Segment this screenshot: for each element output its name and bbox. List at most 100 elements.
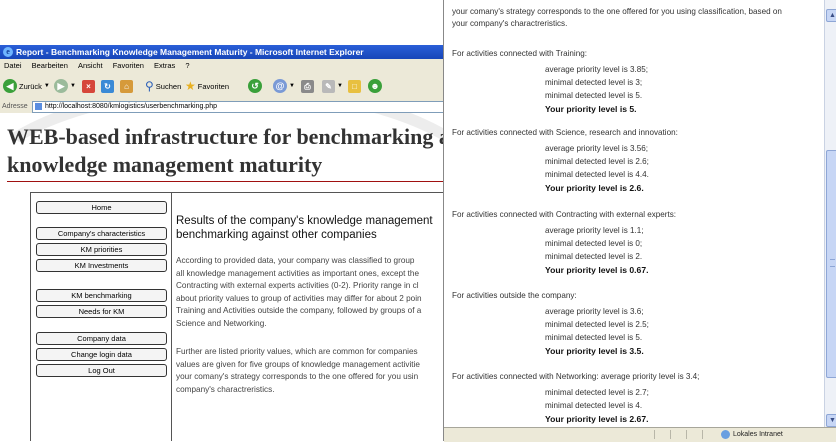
dropdown-arrow-icon: ▼ <box>43 83 50 89</box>
security-zone: Lokales Intranet <box>721 428 783 442</box>
folder-button[interactable]: □ <box>348 78 361 94</box>
dropdown-arrow-icon: ▼ <box>70 83 76 89</box>
paragraph-line: Further are listed priority values, whic… <box>176 347 418 356</box>
results-heading: Results of the company's knowledge manag… <box>176 214 444 242</box>
vertical-scrollbar[interactable]: ▲ ▼ <box>824 0 836 427</box>
header-divider <box>7 181 444 182</box>
minimal-level: minimal detected level is 2.6; <box>545 157 649 166</box>
back-arrow-icon: ◀ <box>3 79 17 93</box>
maximal-level: minimal detected level is 2. <box>545 252 643 261</box>
results-heading-line: benchmarking against other companies <box>176 229 377 241</box>
your-priority-level: Your priority level is 2.67. <box>545 414 649 424</box>
home-button[interactable]: ⌂ <box>120 78 133 94</box>
zone-label: Lokales Intranet <box>733 431 783 438</box>
address-label: Adresse <box>2 103 28 110</box>
paragraph-line: According to provided data, your company… <box>176 256 415 265</box>
scrollbar-thumb[interactable] <box>826 150 836 378</box>
paragraph-line: Training and Activities outside the comp… <box>176 306 422 315</box>
scroll-down-icon[interactable]: ▼ <box>826 414 836 427</box>
page-icon <box>35 102 42 110</box>
ie-logo-icon: e <box>3 47 13 57</box>
nav-km-investments-button[interactable]: KM Investments <box>36 259 167 272</box>
status-bar: Lokales Intranet <box>444 427 836 442</box>
nav-company-characteristics-button[interactable]: Company's characteristics <box>36 227 167 240</box>
dropdown-arrow-icon: ▼ <box>289 83 295 89</box>
nav-km-priorities-button[interactable]: KM priorities <box>36 243 167 256</box>
your-priority-level: Your priority level is 5. <box>545 104 637 114</box>
edit-icon: ✎ <box>322 79 335 93</box>
history-button[interactable]: ↺ <box>248 78 262 94</box>
site-title-line: knowledge management maturity <box>7 152 323 177</box>
browser-toolbar: ◀ Zurück ▼ ▶ ▼ × ↻ ⌂ ⚲ Suchen ★ Favorite… <box>0 72 444 101</box>
window-titlebar[interactable]: e Report - Benchmarking Knowledge Managem… <box>0 45 444 59</box>
dropdown-arrow-icon: ▼ <box>337 83 343 89</box>
sidebar-nav: Home Company's characteristics KM priori… <box>31 193 172 441</box>
print-icon: ⎙ <box>301 79 314 93</box>
menu-extras[interactable]: Extras <box>154 61 175 70</box>
stop-button[interactable]: × <box>82 78 95 94</box>
home-icon: ⌂ <box>120 79 133 93</box>
nav-home-button[interactable]: Home <box>36 201 167 214</box>
maximal-level: minimal detected level is 4. <box>545 401 643 410</box>
your-priority-level: Your priority level is 0.67. <box>545 265 649 275</box>
average-level: average priority level is 3.85; <box>545 65 649 74</box>
messenger-button[interactable]: ☻ <box>368 78 382 94</box>
forward-button[interactable]: ▶ ▼ <box>54 78 76 94</box>
menu-help[interactable]: ? <box>185 61 189 70</box>
ie-main-window: e Report - Benchmarking Knowledge Managem… <box>0 0 444 441</box>
group-heading: For activities connected with Training: <box>452 49 587 58</box>
menu-favoriten[interactable]: Favoriten <box>113 61 144 70</box>
group-heading: For activities outside the company: <box>452 291 577 300</box>
classification-paragraph: According to provided data, your company… <box>176 255 444 330</box>
average-level: average priority level is 3.6; <box>545 307 644 316</box>
print-button[interactable]: ⎙ <box>301 78 314 94</box>
minimal-level: minimal detected level is 2.5; <box>545 320 649 329</box>
star-icon: ★ <box>185 79 196 93</box>
results-pane: your comany's strategy corresponds to th… <box>444 0 824 427</box>
your-priority-level: Your priority level is 3.5. <box>545 346 644 356</box>
your-priority-level: Your priority level is 2.6. <box>545 183 644 193</box>
group-heading: For activities connected with Science, r… <box>452 128 678 137</box>
search-button[interactable]: ⚲ Suchen <box>145 78 181 94</box>
paragraph-line: about priority values to group of activi… <box>176 293 422 303</box>
nav-log-out-button[interactable]: Log Out <box>36 364 167 377</box>
maximal-level: minimal detected level is 5. <box>545 91 643 100</box>
search-icon: ⚲ <box>145 79 154 93</box>
nav-needs-for-km-button[interactable]: Needs for KM <box>36 305 167 318</box>
search-label: Suchen <box>155 81 182 91</box>
paragraph-line: your comany's strategy corresponds to th… <box>176 372 419 381</box>
back-button[interactable]: ◀ Zurück ▼ <box>3 78 50 94</box>
mail-button[interactable]: @ ▼ <box>273 78 295 94</box>
group-heading: For activities connected with Networking… <box>452 372 700 381</box>
folder-icon: □ <box>348 79 361 93</box>
menu-bearbeiten[interactable]: Bearbeiten <box>32 61 68 70</box>
mail-icon: @ <box>273 79 287 93</box>
history-icon: ↺ <box>248 79 262 93</box>
menu-bar: Datei Bearbeiten Ansicht Favoriten Extra… <box>0 59 444 72</box>
status-segment <box>654 430 671 439</box>
address-input[interactable]: http://localhost:8080/kmlogistics/userbe… <box>32 101 444 113</box>
priority-values-paragraph: Further are listed priority values, whic… <box>176 346 444 396</box>
scroll-up-icon[interactable]: ▲ <box>826 9 836 22</box>
minimal-level: minimal detected level is 2.7; <box>545 388 649 397</box>
nav-company-data-button[interactable]: Company data <box>36 332 167 345</box>
favorites-label: Favoriten <box>197 81 230 91</box>
menu-ansicht[interactable]: Ansicht <box>78 61 103 70</box>
favorites-button[interactable]: ★ Favoriten <box>185 78 229 94</box>
maximal-level: minimal detected level is 5. <box>545 333 643 342</box>
site-title: WEB-based infrastructure for benchmarkin… <box>7 123 444 179</box>
edit-button[interactable]: ✎ ▼ <box>322 78 343 94</box>
paragraph-line: Science and Networking. <box>176 318 267 328</box>
nav-km-benchmarking-button[interactable]: KM benchmarking <box>36 289 167 302</box>
status-segment <box>702 430 719 439</box>
forward-arrow-icon: ▶ <box>54 79 68 93</box>
nav-change-login-button[interactable]: Change login data <box>36 348 167 361</box>
results-heading-line: Results of the company's knowledge manag… <box>176 215 433 227</box>
status-segment <box>670 430 687 439</box>
intranet-zone-icon <box>721 429 730 439</box>
menu-datei[interactable]: Datei <box>4 61 22 70</box>
refresh-button[interactable]: ↻ <box>101 78 114 94</box>
average-level: average priority level is 1.1; <box>545 226 644 235</box>
window-title: Report - Benchmarking Knowledge Manageme… <box>16 47 364 57</box>
paragraph-line: Contracting with external experts activi… <box>176 281 419 290</box>
